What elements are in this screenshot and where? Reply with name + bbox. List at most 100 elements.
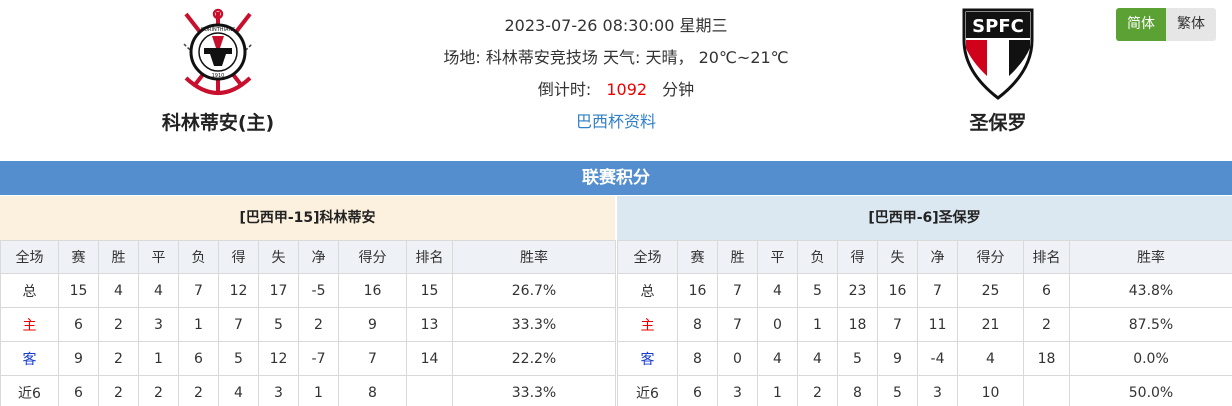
column-header: 得分 xyxy=(338,240,407,274)
table-row: 近6 6 2 2 2 4 3 1 8 33.3% xyxy=(0,375,616,406)
venue-label: 场地: xyxy=(443,48,481,67)
table-cell: 4 xyxy=(797,341,838,376)
table-cell: 4 xyxy=(138,273,179,308)
table-header-row: 全场 赛 胜 平 负 得 失 净 得分 排名 胜率 xyxy=(0,240,616,274)
column-header: 净 xyxy=(917,240,958,274)
column-header: 胜 xyxy=(717,240,758,274)
table-cell: 4 xyxy=(757,341,798,376)
away-team-name[interactable]: 圣保罗 xyxy=(908,108,1088,135)
column-header: 排名 xyxy=(406,240,453,274)
table-cell: 50.0% xyxy=(1069,375,1232,406)
weather-value: 天晴， xyxy=(645,48,694,67)
table-cell: 33.3% xyxy=(452,307,616,342)
table-cell: 总 xyxy=(617,273,678,308)
table-cell: 13 xyxy=(406,307,453,342)
table-cell: 主 xyxy=(617,307,678,342)
away-team[interactable]: SPFC 圣保罗 xyxy=(908,8,1088,135)
table-cell: 2 xyxy=(98,341,139,376)
table-cell: 0.0% xyxy=(1069,341,1232,376)
column-header: 胜 xyxy=(98,240,139,274)
column-header: 排名 xyxy=(1023,240,1070,274)
table-cell: 近6 xyxy=(617,375,678,406)
table-cell: 17 xyxy=(258,273,299,308)
table-cell: 22.2% xyxy=(452,341,616,376)
table-cell: 6 xyxy=(178,341,219,376)
table-cell: 43.8% xyxy=(1069,273,1232,308)
countdown-label: 倒计时: xyxy=(537,80,592,99)
home-team-name[interactable]: 科林蒂安(主) xyxy=(128,108,308,135)
table-cell: 21 xyxy=(957,307,1024,342)
table-cell: 8 xyxy=(338,375,407,406)
table-cell: 4 xyxy=(757,273,798,308)
table-cell: 11 xyxy=(917,307,958,342)
table-cell: 客 xyxy=(617,341,678,376)
temperature-value: 20℃~21℃ xyxy=(698,48,789,67)
table-cell: 87.5% xyxy=(1069,307,1232,342)
table-cell: 1 xyxy=(797,307,838,342)
table-cell: 1 xyxy=(298,375,339,406)
countdown-unit: 分钟 xyxy=(662,80,695,99)
table-cell: 18 xyxy=(837,307,878,342)
table-cell: 7 xyxy=(178,273,219,308)
away-standings-title: [巴西甲-6]圣保罗 xyxy=(617,196,1232,240)
table-cell: 1 xyxy=(138,341,179,376)
column-header: 负 xyxy=(178,240,219,274)
table-cell: 6 xyxy=(58,307,99,342)
simplified-button[interactable]: 简体 xyxy=(1116,8,1166,41)
table-cell: 33.3% xyxy=(452,375,616,406)
away-standings-table: 全场 赛 胜 平 负 得 失 净 得分 排名 胜率 总 16 7 4 5 23 … xyxy=(617,240,1232,406)
table-cell: 5 xyxy=(877,375,918,406)
column-header: 净 xyxy=(298,240,339,274)
table-cell: 2 xyxy=(98,375,139,406)
table-cell: 2 xyxy=(178,375,219,406)
table-cell xyxy=(1023,375,1070,406)
table-cell: 7 xyxy=(717,307,758,342)
table-cell: 8 xyxy=(837,375,878,406)
table-cell xyxy=(406,375,453,406)
column-header: 胜率 xyxy=(1069,240,1232,274)
column-header: 得 xyxy=(218,240,259,274)
home-standings-table: 全场 赛 胜 平 负 得 失 净 得分 排名 胜率 总 15 4 4 7 12 … xyxy=(0,240,616,406)
table-cell: 近6 xyxy=(0,375,59,406)
table-cell: 7 xyxy=(338,341,407,376)
table-cell: 4 xyxy=(218,375,259,406)
table-cell: 9 xyxy=(338,307,407,342)
table-cell: 8 xyxy=(677,307,718,342)
table-row: 近6 6 3 1 2 8 5 3 10 50.0% xyxy=(617,375,1232,406)
column-header: 赛 xyxy=(677,240,718,274)
table-cell: 26.7% xyxy=(452,273,616,308)
match-venue-weather: 场地: 科林蒂安竞技场 天气: 天晴， 20℃~21℃ xyxy=(400,42,832,74)
competition-link[interactable]: 巴西杯资料 xyxy=(400,106,832,138)
home-team[interactable]: CORINTHIANS 1910 科林蒂安(主) xyxy=(128,8,308,135)
table-cell: 6 xyxy=(58,375,99,406)
spfc-crest-icon: SPFC xyxy=(962,8,1034,100)
table-cell: 7 xyxy=(917,273,958,308)
table-cell: 12 xyxy=(258,341,299,376)
svg-text:1910: 1910 xyxy=(212,73,225,79)
table-cell: 4 xyxy=(957,341,1024,376)
table-cell: 5 xyxy=(218,341,259,376)
table-cell: -5 xyxy=(298,273,339,308)
table-cell: 7 xyxy=(717,273,758,308)
table-row: 客 8 0 4 4 5 9 -4 4 18 0.0% xyxy=(617,341,1232,376)
column-header: 得 xyxy=(837,240,878,274)
table-cell: 14 xyxy=(406,341,453,376)
traditional-button[interactable]: 繁体 xyxy=(1166,8,1216,41)
table-cell: 9 xyxy=(877,341,918,376)
table-cell: 总 xyxy=(0,273,59,308)
column-header: 全场 xyxy=(617,240,678,274)
table-cell: -7 xyxy=(298,341,339,376)
table-cell: 2 xyxy=(797,375,838,406)
column-header: 全场 xyxy=(0,240,59,274)
column-header: 失 xyxy=(258,240,299,274)
table-cell: 10 xyxy=(957,375,1024,406)
table-row: 主 6 2 3 1 7 5 2 9 13 33.3% xyxy=(0,307,616,342)
weather-label: 天气: xyxy=(602,48,641,67)
table-cell: 5 xyxy=(797,273,838,308)
table-cell: 5 xyxy=(258,307,299,342)
table-row: 总 16 7 4 5 23 16 7 25 6 43.8% xyxy=(617,273,1232,308)
table-cell: 客 xyxy=(0,341,59,376)
table-cell: 1 xyxy=(178,307,219,342)
column-header: 胜率 xyxy=(452,240,616,274)
table-cell: -4 xyxy=(917,341,958,376)
